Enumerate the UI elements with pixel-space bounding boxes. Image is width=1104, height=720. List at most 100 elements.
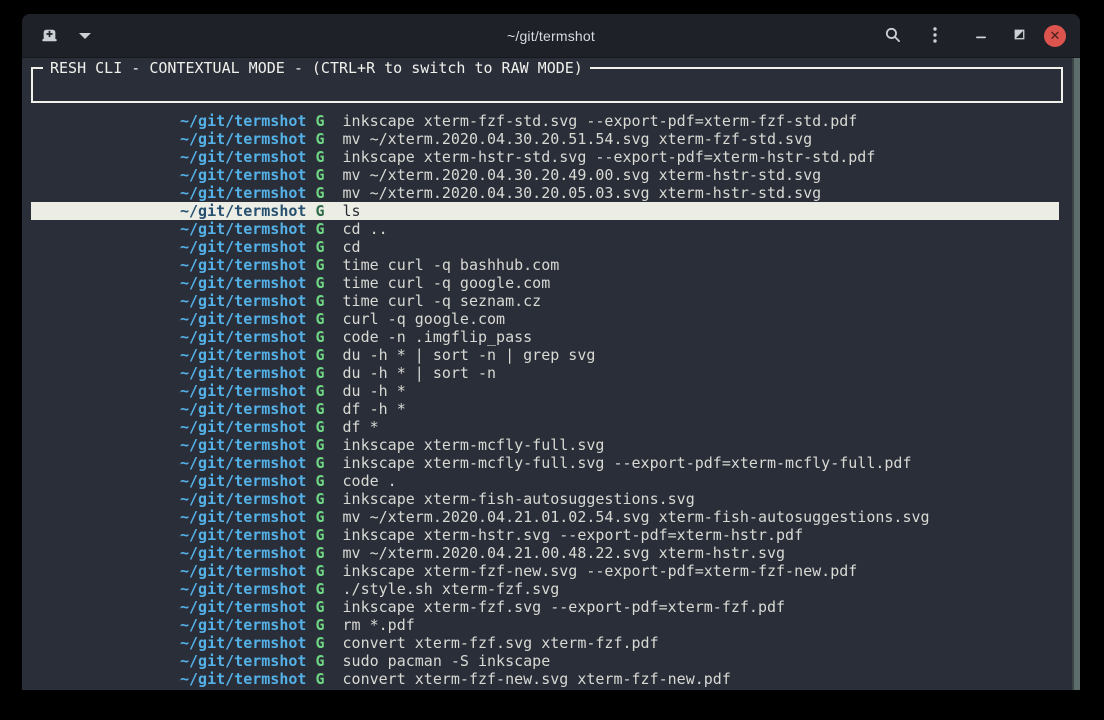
cwd-path: ~/git/termshot	[180, 454, 306, 472]
cwd-path: ~/git/termshot	[180, 112, 306, 130]
command-text: code .	[343, 472, 397, 490]
history-row[interactable]: ~/git/termshotGinkscape xterm-fzf-new.sv…	[31, 562, 1059, 580]
scrollbar[interactable]	[1072, 58, 1080, 690]
history-row[interactable]: ~/git/termshotGdu -h * | sort -n	[31, 364, 1059, 382]
cwd-path: ~/git/termshot	[180, 166, 306, 184]
git-flag: G	[315, 148, 324, 166]
history-row[interactable]: ~/git/termshotGmv ~/xterm.2020.04.30.20.…	[31, 130, 1059, 148]
git-flag: G	[315, 112, 324, 130]
command-text: inkscape xterm-fish-autosuggestions.svg	[343, 490, 695, 508]
history-row[interactable]: ~/git/termshotGmv ~/xterm.2020.04.30.20.…	[31, 184, 1059, 202]
git-flag: G	[315, 652, 324, 670]
command-text: cd	[343, 238, 361, 256]
tab-dropdown-button[interactable]	[72, 23, 98, 49]
cwd-path: ~/git/termshot	[180, 598, 306, 616]
command-text: ls	[343, 202, 361, 220]
history-row[interactable]: ~/git/termshotGcd ..	[31, 220, 1059, 238]
command-text: mv ~/xterm.2020.04.21.01.02.54.svg xterm…	[343, 508, 930, 526]
git-flag: G	[315, 670, 324, 688]
history-row[interactable]: ~/git/termshotGcode .	[31, 472, 1059, 490]
history-row[interactable]: ~/git/termshotGinkscape xterm-hstr-std.s…	[31, 148, 1059, 166]
cwd-path: ~/git/termshot	[180, 364, 306, 382]
history-row[interactable]: ~/git/termshotGinkscape xterm-hstr.svg -…	[31, 526, 1059, 544]
command-text: inkscape xterm-mcfly-full.svg --export-p…	[343, 454, 912, 472]
history-row[interactable]: ~/git/termshot Ginkscape xterm-fzf-std.sv…	[31, 112, 1059, 130]
restore-button[interactable]	[1006, 23, 1032, 49]
resh-header: RESH CLI - CONTEXTUAL MODE - (CTRL+R to …	[43, 59, 590, 77]
resh-search-box[interactable]: RESH CLI - CONTEXTUAL MODE - (CTRL+R to …	[31, 67, 1063, 103]
git-flag: G	[315, 292, 324, 310]
new-tab-button[interactable]	[36, 23, 62, 49]
cwd-path: ~/git/termshot	[180, 436, 306, 454]
history-row[interactable]: ~/git/termshotGinkscape xterm-mcfly-full…	[31, 436, 1059, 454]
git-flag: G	[315, 400, 324, 418]
command-text: curl -q google.com	[343, 310, 506, 328]
history-row[interactable]: ~/git/termshotG./style.sh xterm-fzf.svg	[31, 580, 1059, 598]
cwd-path: ~/git/termshot	[180, 292, 306, 310]
cwd-path: ~/git/termshot	[180, 238, 306, 256]
git-flag: G	[315, 382, 324, 400]
titlebar-right-controls: ✕	[880, 14, 1068, 58]
git-flag: G	[315, 634, 324, 652]
new-tab-icon	[41, 26, 58, 46]
cwd-path: ~/git/termshot	[180, 616, 306, 634]
menu-button[interactable]	[922, 23, 948, 49]
command-text: inkscape xterm-hstr-std.svg --export-pdf…	[343, 148, 876, 166]
history-row[interactable]: ~/git/termshotGdf *	[31, 418, 1059, 436]
cwd-path: ~/git/termshot	[180, 382, 306, 400]
history-row[interactable]: ~/git/termshotGinkscape xterm-fzf.svg --…	[31, 598, 1059, 616]
chevron-down-icon	[79, 33, 91, 39]
git-flag: G	[315, 436, 324, 454]
history-row[interactable]: ~/git/termshotGcode -n .imgflip_pass	[31, 328, 1059, 346]
cwd-path: ~/git/termshot	[180, 472, 306, 490]
history-row[interactable]: ~/git/termshotGinkscape xterm-mcfly-full…	[31, 454, 1059, 472]
command-text: rm *.pdf	[343, 616, 415, 634]
close-button[interactable]: ✕	[1042, 23, 1068, 49]
cwd-path: ~/git/termshot	[180, 256, 306, 274]
command-text: ./style.sh xterm-fzf.svg	[343, 580, 560, 598]
history-row[interactable]: ~/git/termshotGconvert xterm-fzf-new.svg…	[31, 670, 1059, 688]
history-row[interactable]: ~/git/termshotGdu -h * | sort -n | grep …	[31, 346, 1059, 364]
command-text: time curl -q seznam.cz	[343, 292, 542, 310]
history-row[interactable]: ~/git/termshot Gtime curl -q seznam.cz	[31, 292, 1059, 310]
cwd-path: ~/git/termshot	[180, 670, 306, 688]
history-row[interactable]: ~/git/termshot Gcd	[31, 238, 1059, 256]
history-row[interactable]: ~/git/termshotGdf -h *	[31, 400, 1059, 418]
command-text: df -h *	[343, 400, 406, 418]
command-text: du -h *	[343, 382, 406, 400]
minimize-icon	[973, 27, 989, 46]
git-flag: G	[315, 166, 324, 184]
git-flag: G	[315, 238, 324, 256]
history-row[interactable]: ~/git/termshotGtime curl -q bashhub.com	[31, 256, 1059, 274]
restore-icon	[1012, 27, 1027, 45]
command-text: inkscape xterm-fzf-std.svg --export-pdf=…	[343, 112, 858, 130]
history-row[interactable]: ~/git/termshotGsudo pacman -S inkscape	[31, 652, 1059, 670]
cwd-path: ~/git/termshot	[180, 490, 306, 508]
git-flag: G	[315, 598, 324, 616]
history-row[interactable]: ~/git/termshotGinkscape xterm-fish-autos…	[31, 490, 1059, 508]
command-text: cd ..	[343, 220, 388, 238]
history-row[interactable]: ~/git/termshotGconvert xterm-fzf.svg xte…	[31, 634, 1059, 652]
command-text: code -n .imgflip_pass	[343, 328, 533, 346]
cwd-path: ~/git/termshot	[180, 634, 306, 652]
history-row[interactable]: ~/git/termshotGcurl -q google.com	[31, 310, 1059, 328]
cwd-path: ~/git/termshot	[180, 580, 306, 598]
command-text: inkscape xterm-hstr.svg --export-pdf=xte…	[343, 526, 804, 544]
search-button[interactable]	[880, 23, 906, 49]
history-row[interactable]: ~/git/termshotGmv ~/xterm.2020.04.30.20.…	[31, 166, 1059, 184]
titlebar-left-controls	[36, 14, 98, 58]
kebab-menu-icon	[927, 26, 943, 47]
history-row[interactable]: ~/git/termshot Gdu -h *	[31, 382, 1059, 400]
git-flag: G	[315, 220, 324, 238]
cwd-path: ~/git/termshot	[180, 202, 306, 220]
minimize-button[interactable]	[968, 23, 994, 49]
history-row[interactable]: ~/git/termshotGrm *.pdf	[31, 616, 1059, 634]
history-row[interactable]: ~/git/termshotGls	[31, 202, 1059, 220]
history-row[interactable]: ~/git/termshotGmv ~/xterm.2020.04.21.01.…	[31, 508, 1059, 526]
history-row[interactable]: ~/git/termshotGtime curl -q google.com	[31, 274, 1059, 292]
git-flag: G	[315, 328, 324, 346]
history-row[interactable]: ~/git/termshotGmv ~/xterm.2020.04.21.00.…	[31, 544, 1059, 562]
search-icon	[884, 26, 902, 47]
cwd-path: ~/git/termshot	[180, 418, 306, 436]
git-flag: G	[315, 274, 324, 292]
